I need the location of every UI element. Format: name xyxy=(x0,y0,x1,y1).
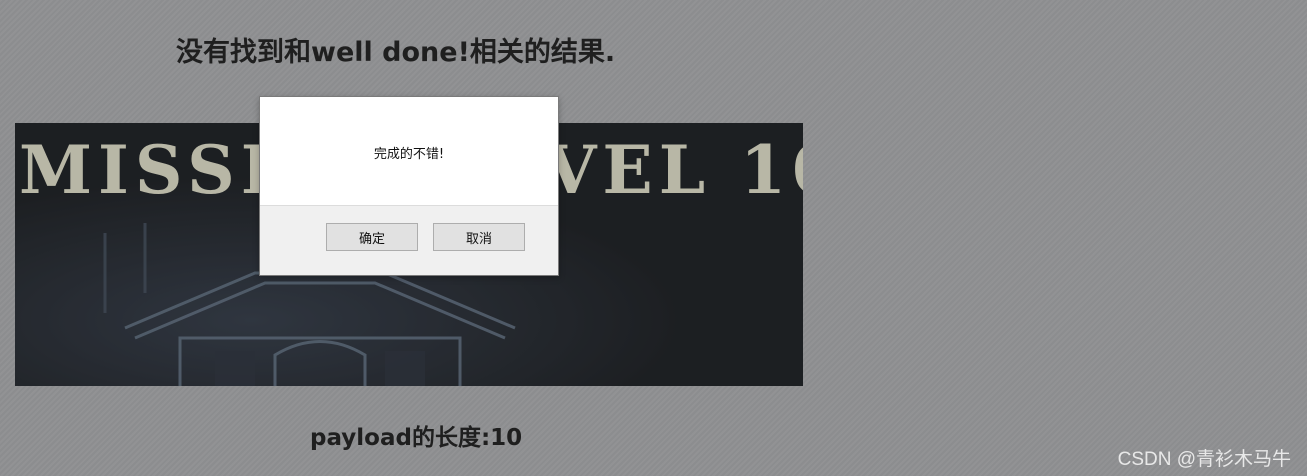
alert-dialog-footer: 确定 取消 xyxy=(260,205,558,275)
search-result-heading: 没有找到和well done!相关的结果. xyxy=(176,37,616,68)
payload-length-label: payload的长度:10 xyxy=(310,425,523,451)
ok-button[interactable]: 确定 xyxy=(326,223,418,251)
cancel-button[interactable]: 取消 xyxy=(433,223,525,251)
csdn-watermark: CSDN @青衫木马牛 xyxy=(1117,449,1291,470)
alert-message: 完成的不错! xyxy=(373,147,445,162)
alert-dialog: 完成的不错! 确定 取消 xyxy=(259,96,559,276)
